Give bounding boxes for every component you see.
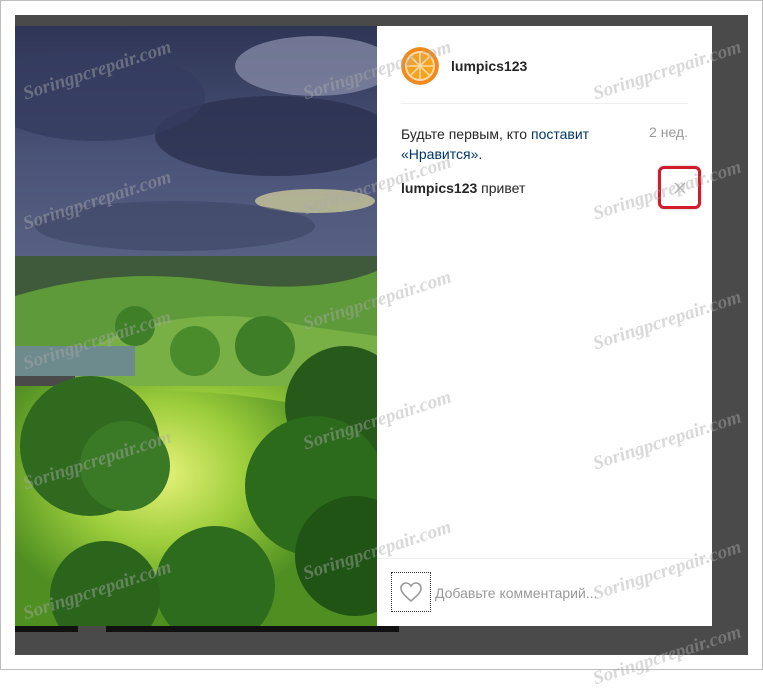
avatar[interactable] — [401, 47, 439, 85]
post-timestamp[interactable]: 2 нед. — [649, 124, 688, 140]
post-photo — [15, 26, 377, 626]
header-divider — [401, 103, 688, 104]
likes-prompt: Будьте первым, кто поставит «Нравится». — [401, 124, 621, 164]
orange-slice-icon — [401, 47, 439, 85]
photo-bottom-edge — [15, 626, 399, 632]
close-icon — [673, 181, 686, 194]
post-author-username[interactable]: lumpics123 — [451, 58, 527, 74]
comment-item: lumpics123 привет — [401, 180, 525, 196]
comment-author[interactable]: lumpics123 — [401, 180, 477, 196]
like-button[interactable] — [391, 572, 431, 612]
post-details-panel: lumpics123 Будьте первым, кто поставит «… — [377, 26, 712, 626]
likes-suffix-text: . — [478, 146, 483, 162]
photo-bottom-gap — [78, 626, 106, 636]
likes-prefix-text: Будьте первым, кто — [401, 126, 531, 142]
heart-icon — [400, 582, 422, 603]
delete-comment-button[interactable] — [658, 166, 701, 209]
add-comment-input[interactable] — [435, 578, 695, 608]
comment-text: привет — [477, 180, 526, 196]
post-header: lumpics123 — [401, 46, 527, 86]
footer-divider — [377, 558, 712, 559]
